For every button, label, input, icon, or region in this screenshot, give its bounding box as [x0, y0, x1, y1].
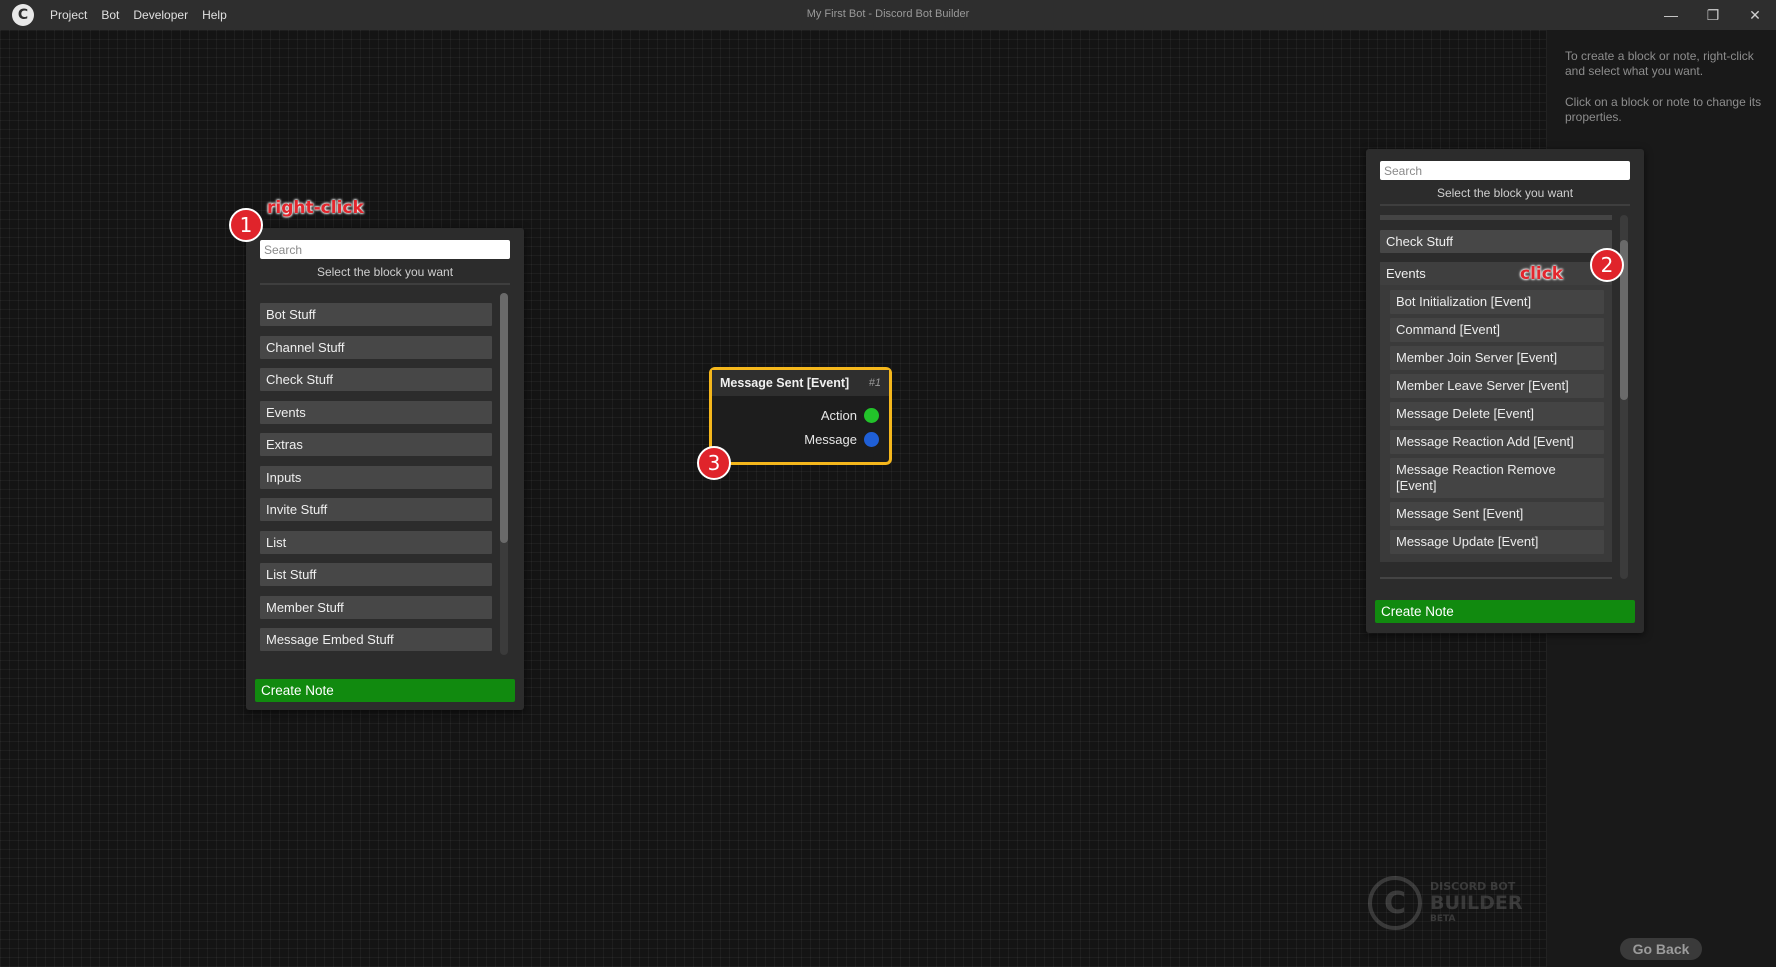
- menu-developer[interactable]: Developer: [133, 8, 188, 22]
- node-title: Message Sent [Event]: [720, 376, 850, 390]
- step-badge-3: 3: [697, 446, 731, 480]
- menu-project[interactable]: Project: [50, 8, 87, 22]
- message-port-icon[interactable]: [864, 432, 879, 447]
- events-group: Events Bot Initialization [Event] Comman…: [1380, 262, 1612, 562]
- category-list: Check Stuff Events Bot Initialization [E…: [1380, 230, 1612, 562]
- category-inputs[interactable]: Inputs: [260, 465, 492, 489]
- category-extras[interactable]: Extras: [260, 433, 492, 456]
- menu-bot[interactable]: Bot: [101, 8, 119, 22]
- category-check-stuff[interactable]: Check Stuff: [260, 368, 492, 391]
- annotation-right-click: right-click: [267, 198, 364, 218]
- category-member-stuff[interactable]: Member Stuff: [260, 595, 492, 619]
- event-message-reaction-remove[interactable]: Message Reaction Remove [Event]: [1390, 458, 1604, 498]
- go-back-button[interactable]: Go Back: [1620, 938, 1702, 960]
- step-badge-1: 1: [229, 208, 263, 242]
- category-bot-stuff[interactable]: Bot Stuff: [260, 303, 492, 326]
- annotation-click: click: [1520, 264, 1564, 284]
- minimize-icon[interactable]: —: [1650, 0, 1692, 30]
- port-action[interactable]: Action: [821, 408, 879, 423]
- step-badge-2: 2: [1590, 248, 1624, 282]
- watermark-line2: BUILDER: [1430, 892, 1523, 914]
- divider: [260, 283, 510, 285]
- event-member-leave-server[interactable]: Member Leave Server [Event]: [1390, 374, 1604, 398]
- category-list: Bot Stuff Channel Stuff Check Stuff Even…: [260, 303, 492, 661]
- divider: [1380, 204, 1630, 206]
- event-message-update[interactable]: Message Update [Event]: [1390, 530, 1604, 554]
- create-note-button[interactable]: Create Note: [255, 679, 515, 702]
- block-picker-right: Select the block you want Check Stuff Ev…: [1366, 149, 1644, 633]
- category-check-stuff[interactable]: Check Stuff: [1380, 230, 1612, 253]
- close-icon[interactable]: ✕: [1734, 0, 1776, 30]
- list-bottom-edge: [1380, 577, 1612, 579]
- create-note-button[interactable]: Create Note: [1375, 600, 1635, 623]
- port-label: Action: [820, 408, 857, 423]
- event-command[interactable]: Command [Event]: [1390, 318, 1604, 342]
- help-text-create: To create a block or note, right-click a…: [1565, 49, 1754, 78]
- app-logo-icon: C: [12, 4, 34, 26]
- search-input[interactable]: [1380, 161, 1630, 180]
- category-invite-stuff[interactable]: Invite Stuff: [260, 498, 492, 521]
- category-list[interactable]: List: [260, 530, 492, 554]
- help-text-properties: Click on a block or note to change its p…: [1565, 95, 1762, 124]
- event-member-join-server[interactable]: Member Join Server [Event]: [1390, 346, 1604, 370]
- event-node-message-sent[interactable]: Message Sent [Event] #1 Action Message: [709, 367, 892, 465]
- port-message[interactable]: Message: [804, 432, 879, 447]
- scrollbar-thumb[interactable]: [500, 293, 508, 543]
- category-message-embed-stuff[interactable]: Message Embed Stuff: [260, 628, 492, 651]
- action-port-icon[interactable]: [864, 408, 879, 423]
- category-events[interactable]: Events: [260, 400, 492, 424]
- port-label: Message: [804, 432, 857, 447]
- workspace-canvas[interactable]: [0, 30, 1546, 967]
- menu-help[interactable]: Help: [202, 8, 227, 22]
- builder-logo-icon: C: [1368, 876, 1422, 930]
- picker-subtitle: Select the block you want: [1436, 186, 1574, 200]
- title-bar: C Project Bot Developer Help My First Bo…: [0, 0, 1776, 30]
- restore-icon[interactable]: ❐: [1692, 0, 1734, 30]
- event-message-sent[interactable]: Message Sent [Event]: [1390, 502, 1604, 526]
- builder-watermark: C DISCORD BOT BUILDER BETA: [1368, 876, 1522, 930]
- window-title: My First Bot - Discord Bot Builder: [806, 8, 970, 20]
- node-id: #1: [868, 377, 881, 389]
- list-top-edge: [1380, 215, 1612, 220]
- category-channel-stuff[interactable]: Channel Stuff: [260, 335, 492, 359]
- event-message-delete[interactable]: Message Delete [Event]: [1390, 402, 1604, 426]
- node-header: Message Sent [Event] #1: [712, 370, 889, 396]
- block-picker-left: Select the block you want Bot Stuff Chan…: [246, 228, 524, 710]
- event-bot-initialization[interactable]: Bot Initialization [Event]: [1390, 290, 1604, 314]
- search-input[interactable]: [260, 240, 510, 259]
- event-message-reaction-add[interactable]: Message Reaction Add [Event]: [1390, 430, 1604, 454]
- category-list-stuff[interactable]: List Stuff: [260, 563, 492, 586]
- picker-subtitle: Select the block you want: [316, 265, 454, 279]
- category-events[interactable]: Events: [1380, 262, 1612, 285]
- scrollbar[interactable]: [500, 293, 508, 655]
